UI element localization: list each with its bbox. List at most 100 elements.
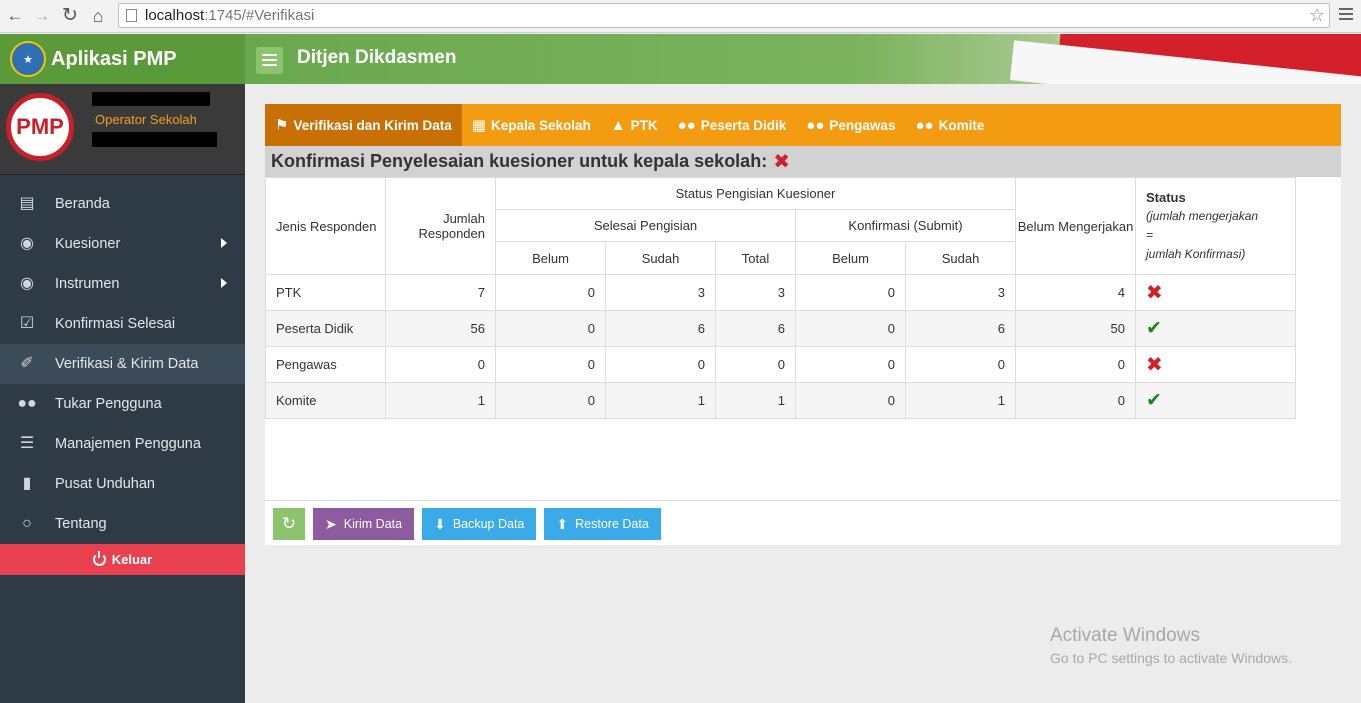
sidebar-item-label: Tukar Pengguna bbox=[55, 396, 162, 412]
check-icon: ✔ bbox=[1146, 318, 1162, 339]
header-sel-sudah: Sudah bbox=[605, 241, 716, 275]
sidebar-item-konfirmasi[interactable]: ☑ Konfirmasi Selesai bbox=[0, 304, 245, 344]
cell-jumlah: 0 bbox=[385, 346, 496, 383]
sidebar-menu: ▤ Beranda ◉ Kuesioner ◉ Instrumen ☑ Konf… bbox=[0, 175, 245, 544]
sidebar-item-manajemen-pengguna[interactable]: ☰ Manajemen Pengguna bbox=[0, 424, 245, 464]
table-blank-cell bbox=[1295, 346, 1341, 383]
sidebar-toggle-button[interactable] bbox=[256, 47, 283, 74]
caret-right-icon bbox=[221, 278, 227, 288]
header-belum-mengerjakan: Belum Mengerjakan bbox=[1015, 177, 1136, 275]
cell-jenis: PTK bbox=[265, 274, 386, 311]
confirmation-status-bar: Konfirmasi Penyelesaian kuesioner untuk … bbox=[265, 146, 1341, 177]
kirim-data-button[interactable]: ➤ Kirim Data bbox=[313, 508, 415, 540]
cell-jenis: Peserta Didik bbox=[265, 310, 386, 347]
table-row: Peserta Didik 56 0 6 6 0 6 50 ✔ bbox=[265, 310, 1341, 347]
cell-konf-belum: 0 bbox=[795, 346, 906, 383]
reload-icon[interactable]: ↻ bbox=[59, 5, 81, 27]
header-konfirmasi-submit: Konfirmasi (Submit) bbox=[795, 209, 1016, 242]
sidebar-item-label: Konfirmasi Selesai bbox=[55, 316, 176, 332]
users-icon: ●● bbox=[915, 116, 934, 134]
brand-title: Aplikasi PMP bbox=[51, 47, 177, 70]
users-icon: ●● bbox=[806, 116, 825, 134]
tab-verifikasi[interactable]: ⚑ Verifikasi dan Kirim Data bbox=[265, 104, 462, 146]
cell-status: ✖ bbox=[1135, 346, 1296, 383]
sidebar-item-beranda[interactable]: ▤ Beranda bbox=[0, 184, 245, 224]
kirim-data-label: Kirim Data bbox=[343, 517, 403, 531]
top-header: Ditjen Dikdasmen bbox=[245, 34, 1361, 84]
back-arrow-icon[interactable]: ← bbox=[4, 5, 26, 27]
restore-data-button[interactable]: ⬆ Restore Data bbox=[544, 508, 661, 540]
sidebar-item-label: Beranda bbox=[55, 196, 110, 212]
sidebar-item-kuesioner[interactable]: ◉ Kuesioner bbox=[0, 224, 245, 264]
users-icon: ●● bbox=[17, 395, 37, 412]
tab-label: Komite bbox=[938, 117, 985, 133]
forward-arrow-icon[interactable]: → bbox=[31, 5, 53, 27]
cross-icon: ✖ bbox=[1146, 354, 1163, 376]
restore-data-label: Restore Data bbox=[575, 517, 649, 531]
header-selesai-pengisian: Selesai Pengisian bbox=[495, 209, 796, 242]
cell-jenis: Pengawas bbox=[265, 346, 386, 383]
cell-sel-total: 3 bbox=[715, 274, 796, 311]
cell-jumlah: 7 bbox=[385, 274, 496, 311]
file-icon: ▮ bbox=[22, 475, 32, 492]
header-jenis-responden: Jenis Responden bbox=[265, 177, 386, 275]
power-icon bbox=[92, 551, 106, 566]
caret-right-icon bbox=[221, 238, 227, 248]
refresh-button[interactable]: ↻ bbox=[273, 508, 305, 540]
bookmark-star-icon[interactable]: ☆ bbox=[1309, 4, 1325, 27]
comments-icon: ○ bbox=[22, 515, 32, 532]
logout-label: Keluar bbox=[111, 552, 153, 567]
cell-sel-belum: 0 bbox=[495, 310, 606, 347]
table-blank-cell bbox=[1295, 382, 1341, 419]
sidebar-item-label: Instrumen bbox=[55, 276, 120, 292]
sidebar-item-tentang[interactable]: ○ Tentang bbox=[0, 504, 245, 544]
flag-icon: ⚑ bbox=[275, 117, 289, 134]
page-icon bbox=[126, 9, 137, 22]
sidebar-item-pusat-unduhan[interactable]: ▮ Pusat Unduhan bbox=[0, 464, 245, 504]
tab-pengawas[interactable]: ●● Pengawas bbox=[796, 104, 905, 146]
cell-belum-mengerjakan: 0 bbox=[1015, 346, 1136, 383]
cell-status: ✔ bbox=[1135, 310, 1296, 347]
address-bar[interactable]: localhost:1745/#Verifikasi ☆ bbox=[118, 3, 1330, 28]
check-icon: ✔ bbox=[1146, 390, 1162, 411]
divider bbox=[265, 500, 1341, 501]
table-row: PTK 7 0 3 3 0 3 4 ✖ bbox=[265, 274, 1341, 311]
sidebar: ★ Aplikasi PMP PMP Operator Sekolah ▤ Be… bbox=[0, 34, 245, 703]
table-row: Pengawas 0 0 0 0 0 0 0 ✖ bbox=[265, 346, 1341, 383]
action-buttons: ↻ ➤ Kirim Data ⬇ Backup Data ⬆ Restore D… bbox=[273, 508, 669, 540]
cell-konf-belum: 0 bbox=[795, 274, 906, 311]
cell-status: ✖ bbox=[1135, 274, 1296, 311]
browser-menu-icon[interactable] bbox=[1339, 8, 1353, 23]
tab-bar: ⚑ Verifikasi dan Kirim Data ▦ Kepala Sek… bbox=[265, 104, 1341, 146]
sidebar-item-verifikasi[interactable]: ✐ Verifikasi & Kirim Data bbox=[0, 344, 245, 384]
sidebar-item-instrumen[interactable]: ◉ Instrumen bbox=[0, 264, 245, 304]
list-icon: ☰ bbox=[19, 435, 35, 452]
home-icon[interactable]: ⌂ bbox=[87, 5, 109, 27]
tab-peserta-didik[interactable]: ●● Peserta Didik bbox=[668, 104, 797, 146]
header-status-sub: = bbox=[1146, 228, 1154, 242]
header-jumlah-responden: Jumlah Responden bbox=[385, 177, 496, 275]
redacted-username bbox=[92, 92, 210, 106]
header-status-title: Status bbox=[1146, 190, 1186, 205]
header-status: Status (jumlah mengerjakan = jumlah Konf… bbox=[1135, 177, 1296, 275]
users-icon: ●● bbox=[677, 116, 696, 134]
watermark-title: Activate Windows bbox=[1050, 625, 1200, 646]
watermark-subtitle: Go to PC settings to activate Windows. bbox=[1050, 650, 1292, 666]
cell-belum-mengerjakan: 50 bbox=[1015, 310, 1136, 347]
sidebar-item-label: Verifikasi & Kirim Data bbox=[55, 356, 199, 372]
url-host: localhost bbox=[145, 7, 205, 24]
backup-data-button[interactable]: ⬇ Backup Data bbox=[422, 508, 537, 540]
cell-konf-sudah: 0 bbox=[905, 346, 1016, 383]
tab-komite[interactable]: ●● Komite bbox=[905, 104, 994, 146]
sidebar-item-tukar-pengguna[interactable]: ●● Tukar Pengguna bbox=[0, 384, 245, 424]
tab-kepala-sekolah[interactable]: ▦ Kepala Sekolah bbox=[462, 104, 601, 146]
tab-ptk[interactable]: ▲ PTK bbox=[601, 104, 668, 146]
respondent-status-table: Jenis Responden Jumlah Responden Status … bbox=[265, 177, 1341, 419]
avatar-logo-text: PMP bbox=[16, 114, 64, 139]
brand[interactable]: ★ Aplikasi PMP bbox=[0, 34, 245, 84]
cross-icon: ✖ bbox=[1146, 282, 1163, 304]
tab-label: Peserta Didik bbox=[700, 117, 787, 133]
upload-icon: ⬆ bbox=[556, 515, 569, 532]
logout-button[interactable]: Keluar bbox=[0, 544, 245, 575]
download-icon: ⬇ bbox=[434, 515, 446, 532]
